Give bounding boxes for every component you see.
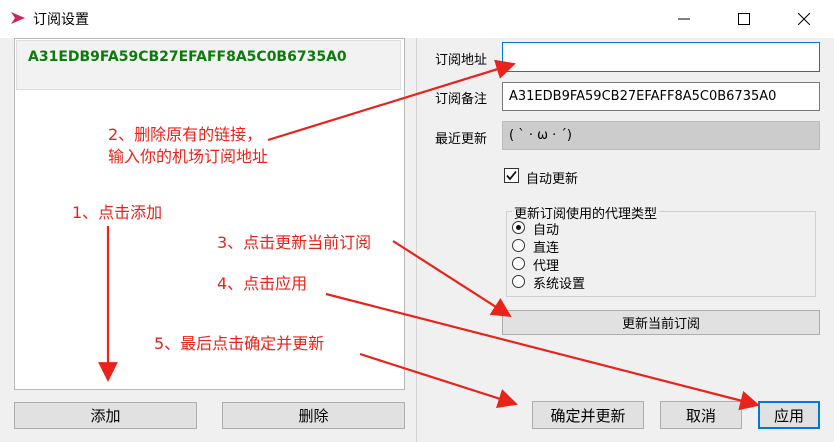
delete-button[interactable]: 删除 <box>222 402 405 429</box>
annotation-step3: 3、点击更新当前订阅 <box>217 233 372 252</box>
proxy-radio-proxy[interactable] <box>512 257 525 270</box>
arrow-step3 <box>392 240 512 318</box>
ok-and-update-button[interactable]: 确定并更新 <box>532 401 644 429</box>
maximize-icon <box>738 13 750 25</box>
annotation-step5: 5、最后点击确定并更新 <box>154 334 325 353</box>
last-update-value: ( ` · ω · ´) <box>502 121 820 150</box>
proxy-option-label: 直连 <box>533 241 560 256</box>
annotation-step1: 1、点击添加 <box>72 203 163 222</box>
proxy-option-label: 自动 <box>533 223 560 238</box>
minimize-icon <box>678 18 690 20</box>
minimize-button[interactable] <box>654 0 714 38</box>
proxy-option-label: 代理 <box>533 259 560 274</box>
close-button[interactable] <box>774 0 834 38</box>
window-title: 订阅设置 <box>33 12 89 28</box>
list-item[interactable]: A31EDB9FA59CB27EFAFF8A5C0B6735A0 <box>16 40 401 90</box>
cancel-button[interactable]: 取消 <box>660 401 742 429</box>
panel-divider <box>416 38 417 442</box>
radio-selected-dot <box>516 225 521 230</box>
checkmark-icon <box>506 170 517 181</box>
auto-update-label: 自动更新 <box>526 172 579 187</box>
annotation-step4: 4、点击应用 <box>217 274 308 293</box>
proxy-radio-auto[interactable] <box>512 221 525 234</box>
close-icon <box>798 13 810 25</box>
proxy-radio-direct[interactable] <box>512 239 525 252</box>
proxy-option-label: 系统设置 <box>533 277 586 292</box>
auto-update-checkbox[interactable] <box>504 168 519 183</box>
add-button[interactable]: 添加 <box>14 402 197 429</box>
maximize-button[interactable] <box>714 0 774 38</box>
annotation-step2: 2、删除原有的链接， 输入你的机场订阅地址 <box>108 125 269 166</box>
remark-input[interactable]: A31EDB9FA59CB27EFAFF8A5C0B6735A0 <box>502 82 820 111</box>
url-label: 订阅地址 <box>435 53 488 68</box>
subscription-url-input[interactable] <box>502 42 820 72</box>
apply-button[interactable]: 应用 <box>758 401 820 429</box>
last-update-label: 最近更新 <box>435 132 488 147</box>
proxy-radio-system[interactable] <box>512 275 525 288</box>
app-logo-icon <box>10 10 26 30</box>
remark-label: 订阅备注 <box>435 92 488 107</box>
title-bar: 订阅设置 <box>0 0 834 38</box>
update-current-subscription-button[interactable]: 更新当前订阅 <box>502 310 820 335</box>
